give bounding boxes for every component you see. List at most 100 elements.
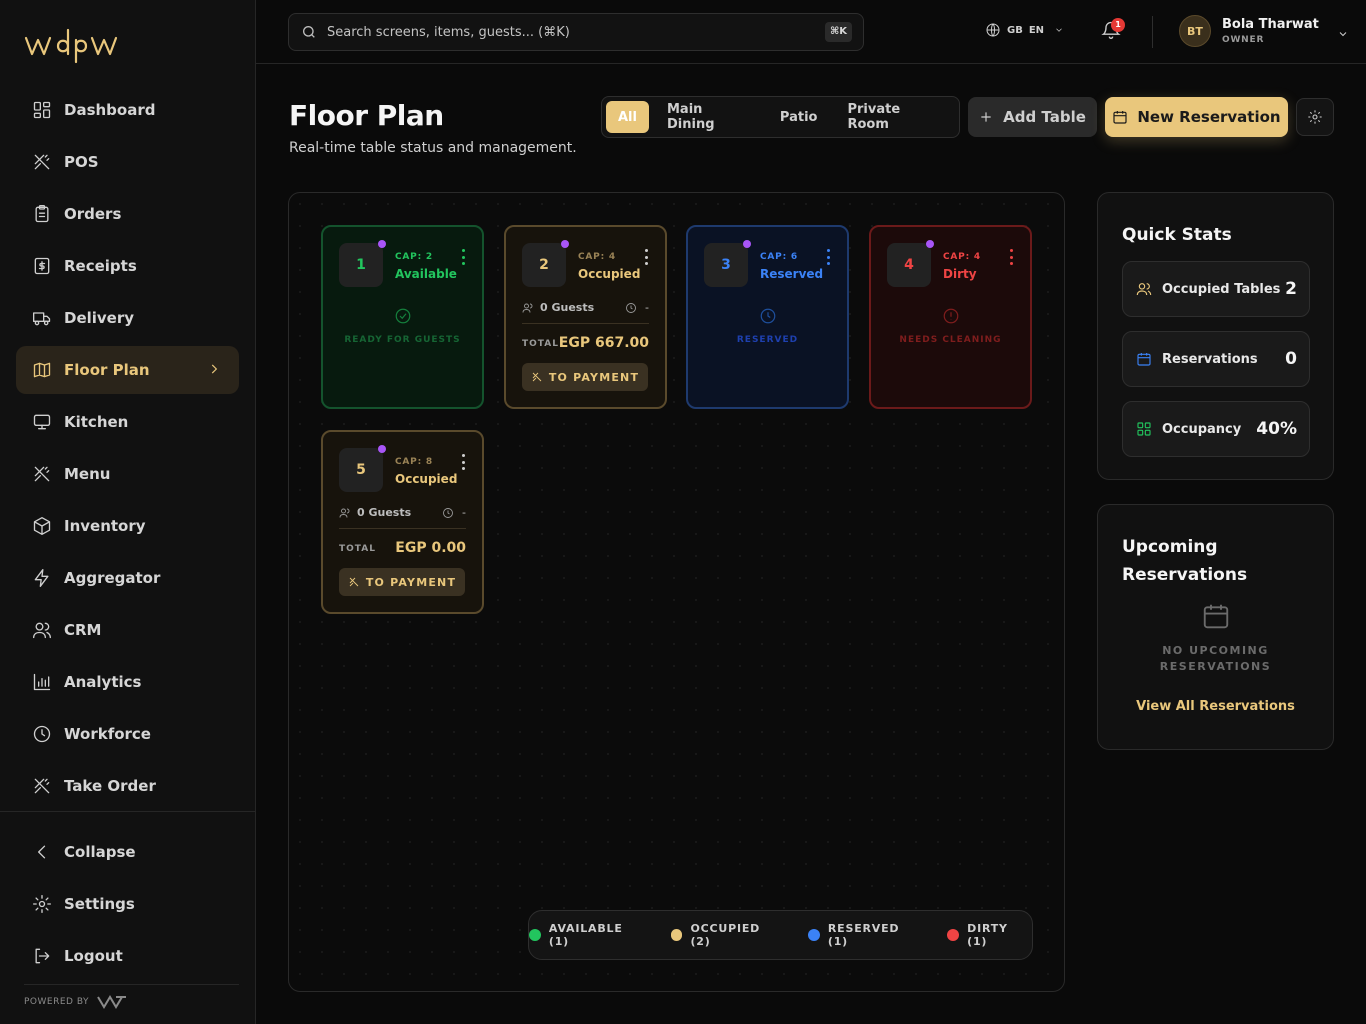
more-options-icon[interactable] [458,454,468,470]
sidebar-item-analytics[interactable]: Analytics [16,658,239,706]
table-card-4[interactable]: 4 CAP: 4 Dirty NEEDS CLEANING [869,225,1032,409]
grid-icon [1137,422,1151,436]
table-capacity: CAP: 4 [943,252,981,262]
sidebar-item-label: Delivery [64,309,135,327]
legend-label: AVAILABLE (1) [548,922,623,948]
language-selector[interactable]: GB EN [985,22,1064,38]
table-state: NEEDS CLEANING [871,307,1030,345]
calendar-icon [1203,604,1228,629]
table-card-2[interactable]: 2 CAP: 4 Occupied 0 Guests - TOTAL EGP 6… [504,225,667,409]
table-capacity: CAP: 2 [395,252,433,262]
table-number: 4 [887,243,931,287]
search-bar[interactable]: ⌘K [288,13,864,51]
sidebar-item-orders[interactable]: Orders [16,190,239,238]
user-menu[interactable]: BT Bola Tharwat OWNER [1179,15,1349,47]
globe-icon [986,23,1000,37]
sidebar-item-pos[interactable]: POS [16,138,239,186]
legend-item-available: AVAILABLE (1) [529,922,647,948]
sidebar-nav: Dashboard POS Orders Receipts Delivery F… [16,86,239,814]
sidebar-item-inventory[interactable]: Inventory [16,502,239,550]
view-all-reservations-link[interactable]: View All Reservations [1098,699,1333,714]
to-payment-label: TO PAYMENT [548,370,640,384]
more-options-icon[interactable] [823,249,833,265]
elapsed-time: - [645,301,649,314]
to-payment-button[interactable]: TO PAYMENT [522,363,648,391]
divider [522,323,649,324]
area-filter: All Main Dining Patio Private Room [601,96,960,138]
sidebar-item-receipts[interactable]: Receipts [16,242,239,290]
sidebar-item-take-order[interactable]: Take Order [16,762,239,810]
new-reservation-button[interactable]: New Reservation [1105,97,1288,137]
stat-reservations: Reservations 0 [1122,331,1310,387]
sidebar-item-aggregator[interactable]: Aggregator [16,554,239,602]
more-options-icon[interactable] [458,249,468,265]
notifications-button[interactable]: 1 [1101,18,1125,42]
sidebar-item-label: Floor Plan [64,361,150,379]
sidebar-item-kitchen[interactable]: Kitchen [16,398,239,446]
table-guests: 0 Guests [339,506,411,519]
calendar-icon [1113,111,1127,124]
brand-logo[interactable] [24,26,144,66]
sidebar-item-label: Dashboard [64,101,156,119]
user-name: Bola Tharwat [1222,17,1319,32]
sidebar-item-label: Analytics [64,673,142,691]
stat-label: Occupancy [1162,421,1242,437]
chevron-right-icon [207,362,221,376]
clock-icon [32,724,52,744]
legend-item-dirty: DIRTY (1) [947,922,1032,948]
sidebar-item-label: Workforce [64,725,151,743]
sidebar-item-menu[interactable]: Menu [16,450,239,498]
chevron-down-icon [1337,25,1349,37]
receipt-icon [32,256,52,276]
tab-main-dining[interactable]: Main Dining [655,101,762,133]
legend-dot [947,929,960,941]
floor-settings-button[interactable] [1296,98,1334,136]
sidebar-item-dashboard[interactable]: Dashboard [16,86,239,134]
sidebar-item-workforce[interactable]: Workforce [16,710,239,758]
truck-icon [32,308,52,328]
powered-logo-icon [97,995,127,1009]
tab-patio[interactable]: Patio [768,101,830,133]
tab-private-room[interactable]: Private Room [835,101,953,133]
to-payment-button[interactable]: TO PAYMENT [339,568,465,596]
upcoming-reservations-panel: Upcoming Reservations NO UPCOMING RESERV… [1097,504,1334,750]
table-card-1[interactable]: 1 CAP: 2 Available READY FOR GUESTS [321,225,484,409]
more-options-icon[interactable] [1006,249,1016,265]
upcoming-reservations-title: Upcoming Reservations [1122,533,1247,589]
quick-stats-panel: Quick Stats Occupied Tables 2 Reservatio… [1097,192,1334,480]
floor-canvas: 1 CAP: 2 Available READY FOR GUESTS 2 CA… [288,192,1065,992]
collapse-button[interactable]: Collapse [16,828,239,876]
alert-circle-icon [943,308,958,324]
legend-dot [529,929,541,941]
add-table-button[interactable]: Add Table [968,97,1097,137]
table-capacity: CAP: 8 [395,457,433,467]
sidebar-item-delivery[interactable]: Delivery [16,294,239,342]
table-number: 2 [522,243,566,287]
table-capacity: CAP: 4 [578,252,616,262]
sidebar-item-floor-plan[interactable]: Floor Plan [16,346,239,394]
tab-all[interactable]: All [606,101,649,133]
sidebar-item-crm[interactable]: CRM [16,606,239,654]
legend-label: RESERVED (1) [827,922,900,948]
stat-label: Occupied Tables [1162,281,1281,297]
map-icon [32,360,52,380]
legend-label: DIRTY (1) [967,922,1008,948]
table-number: 3 [704,243,748,287]
sidebar-item-settings[interactable]: Settings [16,880,239,928]
sidebar-item-label: Receipts [64,257,137,275]
divider [339,528,466,529]
status-indicator-dot [561,240,569,248]
table-guests: 0 Guests [522,301,594,314]
empty-state: NO UPCOMING RESERVATIONS [1098,601,1333,675]
table-card-3[interactable]: 3 CAP: 6 Reserved RESERVED [686,225,849,409]
gear-icon [32,894,52,914]
empty-line: RESERVATIONS [1159,660,1272,673]
logout-button[interactable]: Logout [16,932,239,980]
more-options-icon[interactable] [641,249,651,265]
table-card-5[interactable]: 5 CAP: 8 Occupied 0 Guests - TOTAL EGP 0… [321,430,484,614]
search-input[interactable] [327,24,797,40]
clock-icon [443,507,453,518]
total-label: TOTAL [522,339,559,349]
users-icon [339,508,350,518]
sidebar-item-label: Inventory [64,517,146,535]
